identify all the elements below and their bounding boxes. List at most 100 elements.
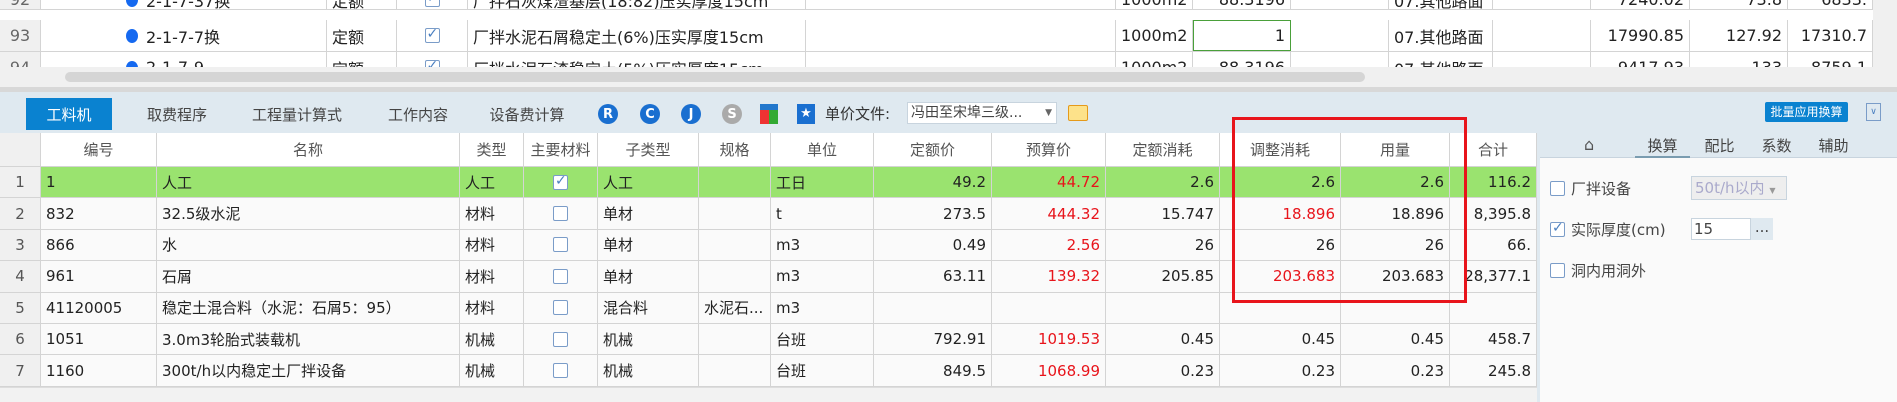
grid-cell[interactable]: 792.91 [874,324,992,355]
column-header[interactable]: 单位 [771,133,874,166]
grid-cell[interactable]: 2.56 [992,229,1106,261]
column-header[interactable]: 合计 [1450,133,1537,166]
grid-cell[interactable]: 人工 [460,167,524,198]
grid-cell[interactable]: 0.49 [874,229,992,261]
grid-cell[interactable]: m3 [771,261,874,292]
grid-cell[interactable]: 203.683 [1341,261,1450,292]
c-plus-icon[interactable]: C [640,104,660,124]
grid-cell[interactable] [992,292,1106,323]
grid-cell[interactable]: 203.683 [1220,261,1341,292]
grid-cell[interactable]: 458.7 [1450,324,1537,355]
grid-cell[interactable]: 26 [1341,229,1450,261]
grid-cell[interactable]: 444.32 [992,198,1106,229]
quota-row[interactable]: 932-1-7-7换定额厂拌水泥石屑稳定土(6%)压实厚度15cm1000m21… [0,20,1873,52]
grid-cell[interactable]: 1051 [41,324,157,355]
grid-cell[interactable]: 3 [0,229,41,261]
quota-cell[interactable]: 2-1-7-37换 [41,0,327,9]
grid-cell[interactable]: 机械 [460,355,524,386]
grid-row[interactable]: 4 961 石屑 材料 单材 m3 63.11 139.32 205.85 203.683 203.… [0,261,1537,293]
quota-cell[interactable]: 127.92 [1690,20,1788,51]
main-material-checkbox[interactable] [553,268,568,284]
tab-4[interactable]: 设备费计算 [477,98,577,130]
panel-tab-2[interactable]: 系数 [1749,135,1804,158]
grid-cell[interactable]: 单材 [598,198,699,229]
grid-row[interactable]: 2 832 32.5级水泥 材料 单材 t 273.5 444.32 15.747 18.896 1… [0,198,1537,230]
column-header[interactable]: 规格 [699,133,771,166]
panel-tab-3[interactable]: 辅助 [1806,135,1861,158]
grid-cell[interactable]: 26 [1106,229,1220,261]
quota-cell[interactable]: 73.8 [1690,0,1788,9]
grid-cell[interactable]: 2.6 [1220,167,1341,198]
grid-cell[interactable]: 台班 [771,324,874,355]
batch-apply-button[interactable]: 批量应用换算 [1765,102,1848,122]
thickness-input[interactable]: 15 [1691,218,1751,240]
grid-cell[interactable]: 6 [0,324,41,355]
rct-icon[interactable] [760,104,778,124]
grid-cell[interactable]: 1160 [41,355,157,386]
grid-row[interactable]: 11人工人工人工工日49.244.722.62.62.6116.2 [0,167,1537,199]
grid-cell[interactable]: 2 [0,198,41,229]
quota-cell[interactable]: 07.其他路面 [1389,20,1493,51]
grid-row[interactable]: 6 1051 3.0m3轮胎式装载机 机械 机械 台班 792.91 1019.53 0.45 0… [0,324,1537,356]
grid-cell[interactable] [1450,292,1537,323]
main-material-checkbox[interactable] [553,331,568,347]
quota-cell[interactable]: 93 [0,20,41,51]
grid-cell[interactable]: 18.896 [1220,198,1341,229]
option-checkbox[interactable] [1550,262,1565,278]
tab-3[interactable]: 工作内容 [373,98,463,130]
quota-cell[interactable]: 2-1-7-7换 [41,20,327,51]
quota-cell[interactable] [397,0,468,9]
grid-cell[interactable]: 台班 [771,355,874,386]
grid-cell[interactable]: 单材 [598,229,699,261]
quota-cell[interactable]: 88.3196 [1193,0,1291,9]
grid-cell[interactable]: 水 [157,229,460,261]
grid-cell[interactable] [699,229,771,261]
panel-tab-0[interactable]: 换算 [1635,135,1690,158]
equipment-select[interactable]: 50t/h以内 ▼ [1691,176,1787,200]
quota-cell[interactable]: 07.其他路面 [1389,0,1493,9]
grid-cell[interactable]: 961 [41,261,157,292]
grid-cell[interactable]: 1068.99 [992,355,1106,386]
grid-cell[interactable]: 26 [1220,229,1341,261]
quota-cell[interactable] [1493,20,1591,51]
grid-cell[interactable]: 15.747 [1106,198,1220,229]
quota-cell[interactable] [397,20,468,51]
grid-cell[interactable]: 人工 [157,167,460,198]
grid-cell[interactable]: 7 [0,355,41,386]
grid-cell[interactable]: 工日 [771,167,874,198]
column-header[interactable]: 定额消耗 [1106,133,1220,166]
grid-cell[interactable]: 18.896 [1341,198,1450,229]
grid-cell[interactable]: 混合料 [598,292,699,323]
grid-cell[interactable] [699,324,771,355]
column-header[interactable]: 子类型 [598,133,699,166]
grid-cell[interactable]: t [771,198,874,229]
grid-cell[interactable]: 28,377.1 [1450,261,1537,292]
tab-1[interactable]: 取费程序 [132,98,222,130]
tab-0[interactable]: 工料机 [26,98,112,130]
grid-cell[interactable]: 139.32 [992,261,1106,292]
quota-cell[interactable] [1493,0,1591,9]
grid-cell[interactable]: 机械 [598,355,699,386]
main-material-checkbox[interactable] [553,237,568,253]
grid-cell[interactable] [1106,292,1220,323]
column-header[interactable]: 调整消耗 [1220,133,1341,166]
quota-cell[interactable]: 1 [1193,20,1291,51]
option-checkbox[interactable] [1550,220,1565,237]
top-vertical-scrollbar[interactable] [1873,0,1897,67]
grid-cell[interactable]: 63.11 [874,261,992,292]
checkbox[interactable] [424,26,440,43]
column-header[interactable]: 用量 [1341,133,1450,166]
quota-cell[interactable] [1291,20,1389,51]
grid-cell[interactable]: 44.72 [992,167,1106,198]
quota-cell[interactable] [806,20,1116,51]
quota-cell[interactable]: 6833. [1788,0,1873,9]
column-header[interactable]: 名称 [157,133,460,166]
grid-cell[interactable]: 稳定土混合料（水泥：石屑5：95） [157,292,460,323]
grid-cell[interactable]: 0.23 [1220,355,1341,386]
top-horizontal-scrollbar[interactable] [0,67,1897,87]
grid-cell[interactable]: 32.5级水泥 [157,198,460,229]
grid-cell[interactable] [1341,292,1450,323]
grid-horizontal-scrollbar[interactable] [0,387,1537,402]
grid-cell[interactable]: 材料 [460,198,524,229]
panel-tab-1[interactable]: 配比 [1692,135,1747,158]
